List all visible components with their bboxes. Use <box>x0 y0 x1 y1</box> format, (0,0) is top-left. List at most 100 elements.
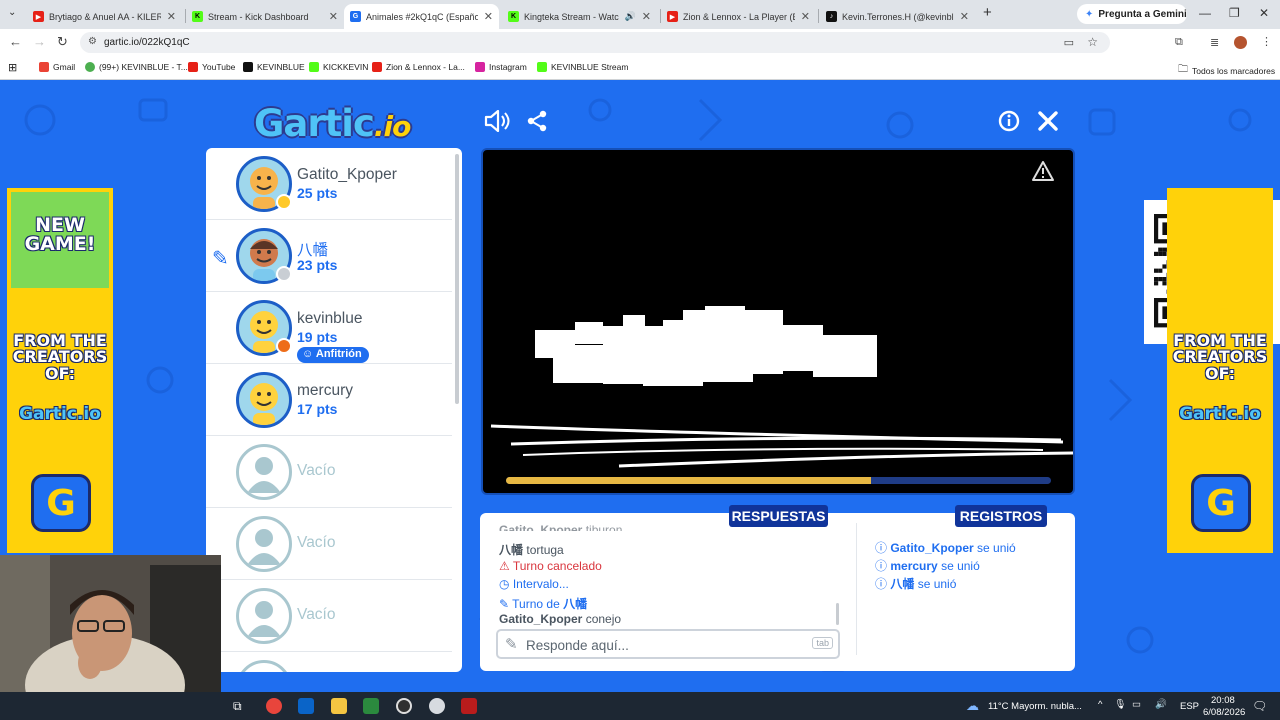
answer-item: Gatito_Kpoper conejo <box>499 612 622 626</box>
cast-icon[interactable]: ▭ <box>1064 36 1074 49</box>
empty-slot-label: Vacío <box>297 534 336 551</box>
obs-icon[interactable] <box>396 698 412 714</box>
close-icon[interactable]: ✕ <box>642 10 651 23</box>
all-bookmarks[interactable]: 🗀 Todos los marcadores <box>1178 62 1275 79</box>
close-icon[interactable]: ✕ <box>801 10 810 23</box>
player-list-scrollbar[interactable] <box>455 154 459 404</box>
task-view-icon[interactable]: ⧉ <box>233 699 242 714</box>
apps-icon[interactable]: ⊞ <box>8 61 17 74</box>
close-icon[interactable]: ✕ <box>329 10 338 23</box>
banner-creators: FROM THE CREATORS OF: <box>12 331 108 383</box>
volume-tray-icon[interactable]: 🔊 <box>1155 699 1167 710</box>
language-indicator[interactable]: ESP <box>1180 701 1199 712</box>
exit-close-icon[interactable] <box>1035 108 1061 134</box>
address-bar[interactable]: ⚙ gartic.io/022kQ1qC ▭ ☆ <box>80 32 1110 53</box>
report-warning-icon[interactable] <box>1031 160 1055 182</box>
youtube-icon <box>188 62 198 72</box>
media-control-icon[interactable]: ≣ <box>1210 36 1219 49</box>
empty-slot <box>206 652 452 672</box>
bookmark-star-icon[interactable]: ☆ <box>1087 35 1098 49</box>
host-badge: ☺ Anfitrión <box>297 347 369 363</box>
close-icon[interactable]: ✕ <box>167 10 176 23</box>
tab-tiktok[interactable]: ♪ Kevin.Terrones.H (@kevinblueo ✕ <box>820 4 975 29</box>
tab-gartic-active[interactable]: G Animales #2kQ1qC (Español) - ✕ <box>344 4 499 29</box>
dota-icon[interactable] <box>461 698 477 714</box>
app-icon[interactable] <box>429 698 445 714</box>
empty-slot: Vacío <box>206 580 452 652</box>
player-row[interactable]: ✎ 八幡 23 pts <box>206 220 452 292</box>
minimize-icon[interactable]: — <box>1199 6 1211 20</box>
answer-input-box[interactable]: ✎ tab <box>496 629 840 659</box>
microphone-icon[interactable]: 🎙 <box>1114 699 1126 710</box>
tab-kick-dashboard[interactable]: K Stream - Kick Dashboard ✕ <box>186 4 344 29</box>
tab-youtube-brytiago[interactable]: ▶ Brytiago & Anuel AA - KILERITO ✕ <box>27 4 182 29</box>
outlook-icon[interactable] <box>298 698 314 714</box>
right-promo-banner[interactable]: FROM THE CREATORS OF: Gartic.io G <box>1167 188 1273 553</box>
youtube-icon: ▶ <box>667 11 678 22</box>
player-points: 23 pts <box>297 257 338 273</box>
bookmark-kevinblue-tiktok[interactable]: KEVINBLUE <box>243 62 305 72</box>
menu-icon[interactable]: ⋮ <box>1261 35 1272 48</box>
forward-icon[interactable]: → <box>33 34 46 49</box>
bookmark-gmail[interactable]: Gmail <box>39 62 75 72</box>
bookmark-instagram[interactable]: Instagram <box>475 62 527 72</box>
clock-time[interactable]: 20:08 <box>1211 695 1235 706</box>
speaker-icon[interactable]: 🔊 <box>625 11 636 22</box>
share-icon[interactable] <box>524 108 550 134</box>
player-row[interactable]: kevinblue 19 pts ☺ Anfitrión <box>206 292 452 364</box>
site-info-icon[interactable]: ⚙ <box>88 36 97 47</box>
gartic-logo: Gartic.io <box>254 102 411 145</box>
tab-search-icon[interactable]: ⌄ <box>8 7 16 18</box>
file-explorer-icon[interactable] <box>331 698 347 714</box>
tiktok-icon: ♪ <box>826 11 837 22</box>
volume-icon[interactable] <box>484 108 510 134</box>
restore-icon[interactable]: ❐ <box>1229 6 1240 20</box>
tab-kingteka[interactable]: K Kingteka Stream - Watch Li 🔊 ✕ <box>502 4 657 29</box>
tray-chevron-icon[interactable]: ^ <box>1098 699 1102 710</box>
window-close-icon[interactable]: ✕ <box>1259 6 1269 20</box>
left-promo-banner[interactable]: NEW GAME! FROM THE CREATORS OF: Gartic.i… <box>7 188 113 553</box>
info-icon: ⓘ <box>875 541 891 555</box>
chrome-icon[interactable] <box>266 698 282 714</box>
status-dot <box>276 194 292 210</box>
close-icon[interactable]: ✕ <box>960 10 969 23</box>
profile-avatar[interactable] <box>1234 36 1247 49</box>
gemini-button[interactable]: ✦ Pregunta a Gemini <box>1077 4 1187 24</box>
empty-slot: Vacío <box>206 436 452 508</box>
player-row[interactable]: mercury 17 pts <box>206 364 452 436</box>
network-icon[interactable]: ▭ <box>1132 699 1141 710</box>
clock-date[interactable]: 6/08/2026 <box>1203 707 1245 718</box>
notifications-icon[interactable]: 🗨 <box>1252 699 1267 713</box>
bookmark-kevinblue-t[interactable]: (99+) KEVINBLUE - T... <box>85 62 188 72</box>
extensions-icon[interactable]: ⧉ <box>1175 36 1183 49</box>
bookmark-kevinblue-stream[interactable]: KEVINBLUE Stream <box>537 62 628 72</box>
panel-divider <box>856 523 857 655</box>
player-row[interactable]: Gatito_Kpoper 25 pts <box>206 148 452 220</box>
round-timer-bar <box>506 477 1051 484</box>
pencil-icon: ✎ <box>499 597 513 611</box>
answers-header: RESPUESTAS <box>729 505 828 527</box>
log-item: ⓘ Gatito_Kpoper se unió <box>875 541 1016 555</box>
store-icon[interactable] <box>363 698 379 714</box>
reload-icon[interactable]: ↻ <box>57 34 68 50</box>
tab-key-hint: tab <box>812 637 833 649</box>
info-icon[interactable] <box>996 108 1022 134</box>
youtube-icon <box>372 62 382 72</box>
bookmark-zion-lennox[interactable]: Zion & Lennox - La... <box>372 62 465 72</box>
bookmark-kickkevin[interactable]: KICKKEVIN <box>309 62 368 72</box>
close-icon[interactable]: ✕ <box>484 10 493 23</box>
new-tab-icon[interactable]: + <box>983 4 992 21</box>
bookmark-youtube[interactable]: YouTube <box>188 62 235 72</box>
player-points: 25 pts <box>297 185 338 201</box>
logs-header: REGISTROS <box>955 505 1047 527</box>
empty-avatar-icon <box>236 660 292 672</box>
player-list: Gatito_Kpoper 25 pts ✎ 八幡 23 pts kevinbl… <box>206 148 462 672</box>
back-icon[interactable]: ← <box>9 34 22 49</box>
drawing-canvas[interactable] <box>481 148 1075 495</box>
answer-input[interactable] <box>526 635 806 655</box>
weather-text[interactable]: 11°C Mayorm. nubla... <box>988 701 1082 712</box>
answers-scrollbar[interactable] <box>836 603 839 625</box>
tab-youtube-zion[interactable]: ▶ Zion & Lennox - La Player (Ban ✕ <box>661 4 816 29</box>
empty-avatar-icon <box>236 444 292 500</box>
info-icon: ⓘ <box>875 559 891 573</box>
